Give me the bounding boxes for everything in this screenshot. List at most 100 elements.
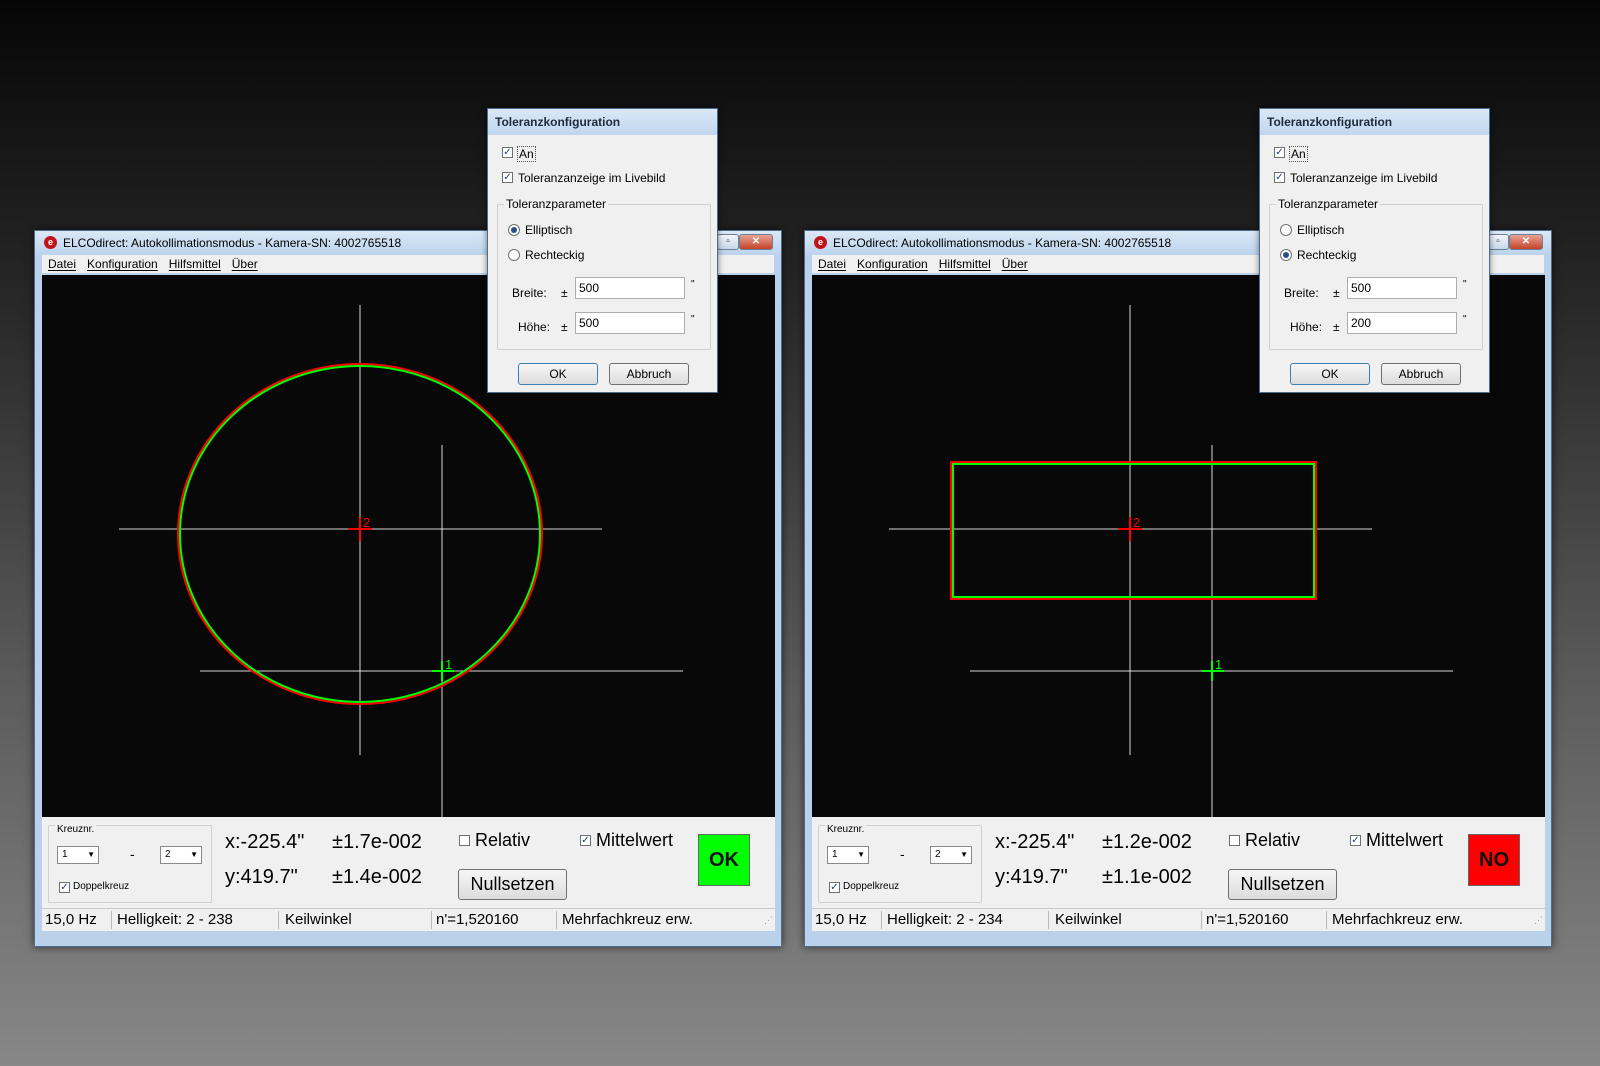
tolerance-rect-outer [950, 461, 1317, 600]
resize-grip-icon[interactable]: ⋰ [1534, 909, 1543, 930]
status-separator [1048, 911, 1049, 929]
nullsetzen-button[interactable]: Nullsetzen [458, 869, 567, 900]
plusminus-sign: ± [561, 286, 568, 300]
cross-to-select[interactable]: 2 ▼ [930, 846, 972, 864]
group-title: Toleranzparameter [1276, 197, 1381, 211]
resize-grip-icon[interactable]: ⋰ [764, 909, 773, 930]
status-refractive-index: n'=1,520160 [1206, 911, 1289, 928]
breite-label: Breite: [512, 286, 547, 300]
status-separator [881, 911, 882, 929]
status-separator [111, 911, 112, 929]
menu-hilfsmittel[interactable]: Hilfsmittel [933, 255, 996, 273]
cross-from-select[interactable]: 1 ▼ [827, 846, 869, 864]
tolerance-params-group: Toleranzparameter Elliptisch Rechteckig … [497, 197, 711, 350]
breite-field[interactable]: 500 [1347, 277, 1457, 299]
close-icon[interactable]: ✕ [739, 234, 773, 250]
cancel-button[interactable]: Abbruch [609, 363, 689, 385]
ok-button[interactable]: OK [1290, 363, 1370, 385]
kreuznr-group: Kreuznr. 1 ▼ - 2 ▼ ✓ Doppelkreuz [48, 824, 212, 903]
status-separator [1326, 911, 1327, 929]
plusminus-sign: ± [1333, 286, 1340, 300]
kreuznr-label: Kreuznr. [55, 824, 97, 835]
window-title: ELCOdirect: Autokollimationsmodus - Kame… [63, 236, 402, 250]
ok-button[interactable]: OK [518, 363, 598, 385]
hoehe-field[interactable]: 500 [575, 312, 685, 334]
livebild-label: Toleranzanzeige im Livebild [1290, 171, 1438, 185]
elliptic-radio[interactable] [1280, 224, 1292, 236]
maximize-icon[interactable]: ▫ [1487, 234, 1509, 250]
cross-2-label: 2 [1133, 515, 1140, 530]
relativ-checkbox[interactable] [1229, 835, 1240, 846]
hoehe-field[interactable]: 200 [1347, 312, 1457, 334]
relativ-checkbox[interactable] [459, 835, 470, 846]
livebild-checkbox[interactable]: ✓ [1274, 172, 1285, 183]
measurement-panel: Kreuznr. 1 ▼ - 2 ▼ ✓ Doppelkreuz x:-225.4"… [42, 817, 775, 908]
arcsec-unit: " [691, 314, 695, 325]
status-separator [431, 911, 432, 929]
an-checkbox[interactable]: ✓ [1274, 147, 1285, 158]
chevron-down-icon: ▼ [857, 850, 865, 859]
chevron-down-icon: ▼ [960, 850, 968, 859]
close-icon[interactable]: ✕ [1509, 234, 1543, 250]
kreuznr-group: Kreuznr. 1 ▼ - 2 ▼ ✓ Doppelkreuz [818, 824, 982, 903]
relativ-label: Relativ [475, 830, 531, 850]
hoehe-label: Höhe: [518, 320, 551, 334]
livebild-label: Toleranzanzeige im Livebild [518, 171, 666, 185]
menu-ueber[interactable]: Über [226, 255, 263, 273]
hoehe-label: Höhe: [1290, 320, 1323, 334]
tolerance-params-group: Toleranzparameter Elliptisch Rechteckig … [1269, 197, 1483, 350]
chevron-down-icon: ▼ [190, 850, 198, 859]
status-separator [1201, 911, 1202, 929]
mittelwert-checkbox[interactable]: ✓ [580, 835, 591, 846]
status-mode: Keilwinkel [1055, 911, 1122, 928]
window-title: ELCOdirect: Autokollimationsmodus - Kame… [833, 236, 1172, 250]
elliptic-radio[interactable] [508, 224, 520, 236]
cross-from-value: 1 [62, 849, 68, 860]
maximize-icon[interactable]: ▫ [717, 234, 739, 250]
cross-to-value: 2 [165, 849, 171, 860]
menu-hilfsmittel[interactable]: Hilfsmittel [163, 255, 226, 273]
status-rate: 15,0 Hz [45, 911, 97, 928]
menu-datei[interactable]: Datei [812, 255, 851, 273]
status-helligkeit: Helligkeit: 2 - 238 [117, 911, 233, 928]
kreuznr-label: Kreuznr. [825, 824, 867, 835]
y-value: y:419.7" [225, 866, 298, 888]
status-rate: 15,0 Hz [815, 911, 867, 928]
chevron-down-icon: ▼ [87, 850, 95, 859]
elliptic-label: Elliptisch [1297, 223, 1345, 237]
status-extra: Mehrfachkreuz erw. [1332, 911, 1463, 928]
doppelkreuz-checkbox[interactable]: ✓ [829, 882, 840, 893]
y-deviation: ±1.4e-002 [332, 866, 422, 888]
menu-konfiguration[interactable]: Konfiguration [851, 255, 933, 273]
rect-label: Rechteckig [1297, 248, 1357, 262]
cross-to-select[interactable]: 2 ▼ [160, 846, 202, 864]
arcsec-unit: " [1463, 279, 1467, 290]
dialog-title: Toleranzkonfiguration [1260, 109, 1489, 135]
menu-konfiguration[interactable]: Konfiguration [81, 255, 163, 273]
livebild-checkbox[interactable]: ✓ [502, 172, 513, 183]
cross-to-value: 2 [935, 849, 941, 860]
rect-radio[interactable] [1280, 249, 1292, 261]
mittelwert-label: Mittelwert [1366, 830, 1444, 850]
doppelkreuz-label: Doppelkreuz [73, 881, 130, 892]
doppelkreuz-checkbox[interactable]: ✓ [59, 882, 70, 893]
elco-app-icon: e [814, 236, 827, 249]
menu-datei[interactable]: Datei [42, 255, 81, 273]
rect-radio[interactable] [508, 249, 520, 261]
x-deviation: ±1.2e-002 [1102, 831, 1192, 853]
breite-field[interactable]: 500 [575, 277, 685, 299]
tolerance-dialog-left: Toleranzkonfiguration ✓ An ✓ Toleranzanz… [487, 108, 718, 393]
x-value: x:-225.4" [995, 831, 1075, 853]
mittelwert-checkbox[interactable]: ✓ [1350, 835, 1361, 846]
status-refractive-index: n'=1,520160 [436, 911, 519, 928]
cross-from-value: 1 [832, 849, 838, 860]
cross-from-select[interactable]: 1 ▼ [57, 846, 99, 864]
arcsec-unit: " [691, 279, 695, 290]
status-bar: 15,0 Hz Helligkeit: 2 - 234 Keilwinkel n… [812, 908, 1545, 931]
nullsetzen-button[interactable]: Nullsetzen [1228, 869, 1337, 900]
an-checkbox[interactable]: ✓ [502, 147, 513, 158]
menu-ueber[interactable]: Über [996, 255, 1033, 273]
status-separator [556, 911, 557, 929]
y-value: y:419.7" [995, 866, 1068, 888]
cancel-button[interactable]: Abbruch [1381, 363, 1461, 385]
